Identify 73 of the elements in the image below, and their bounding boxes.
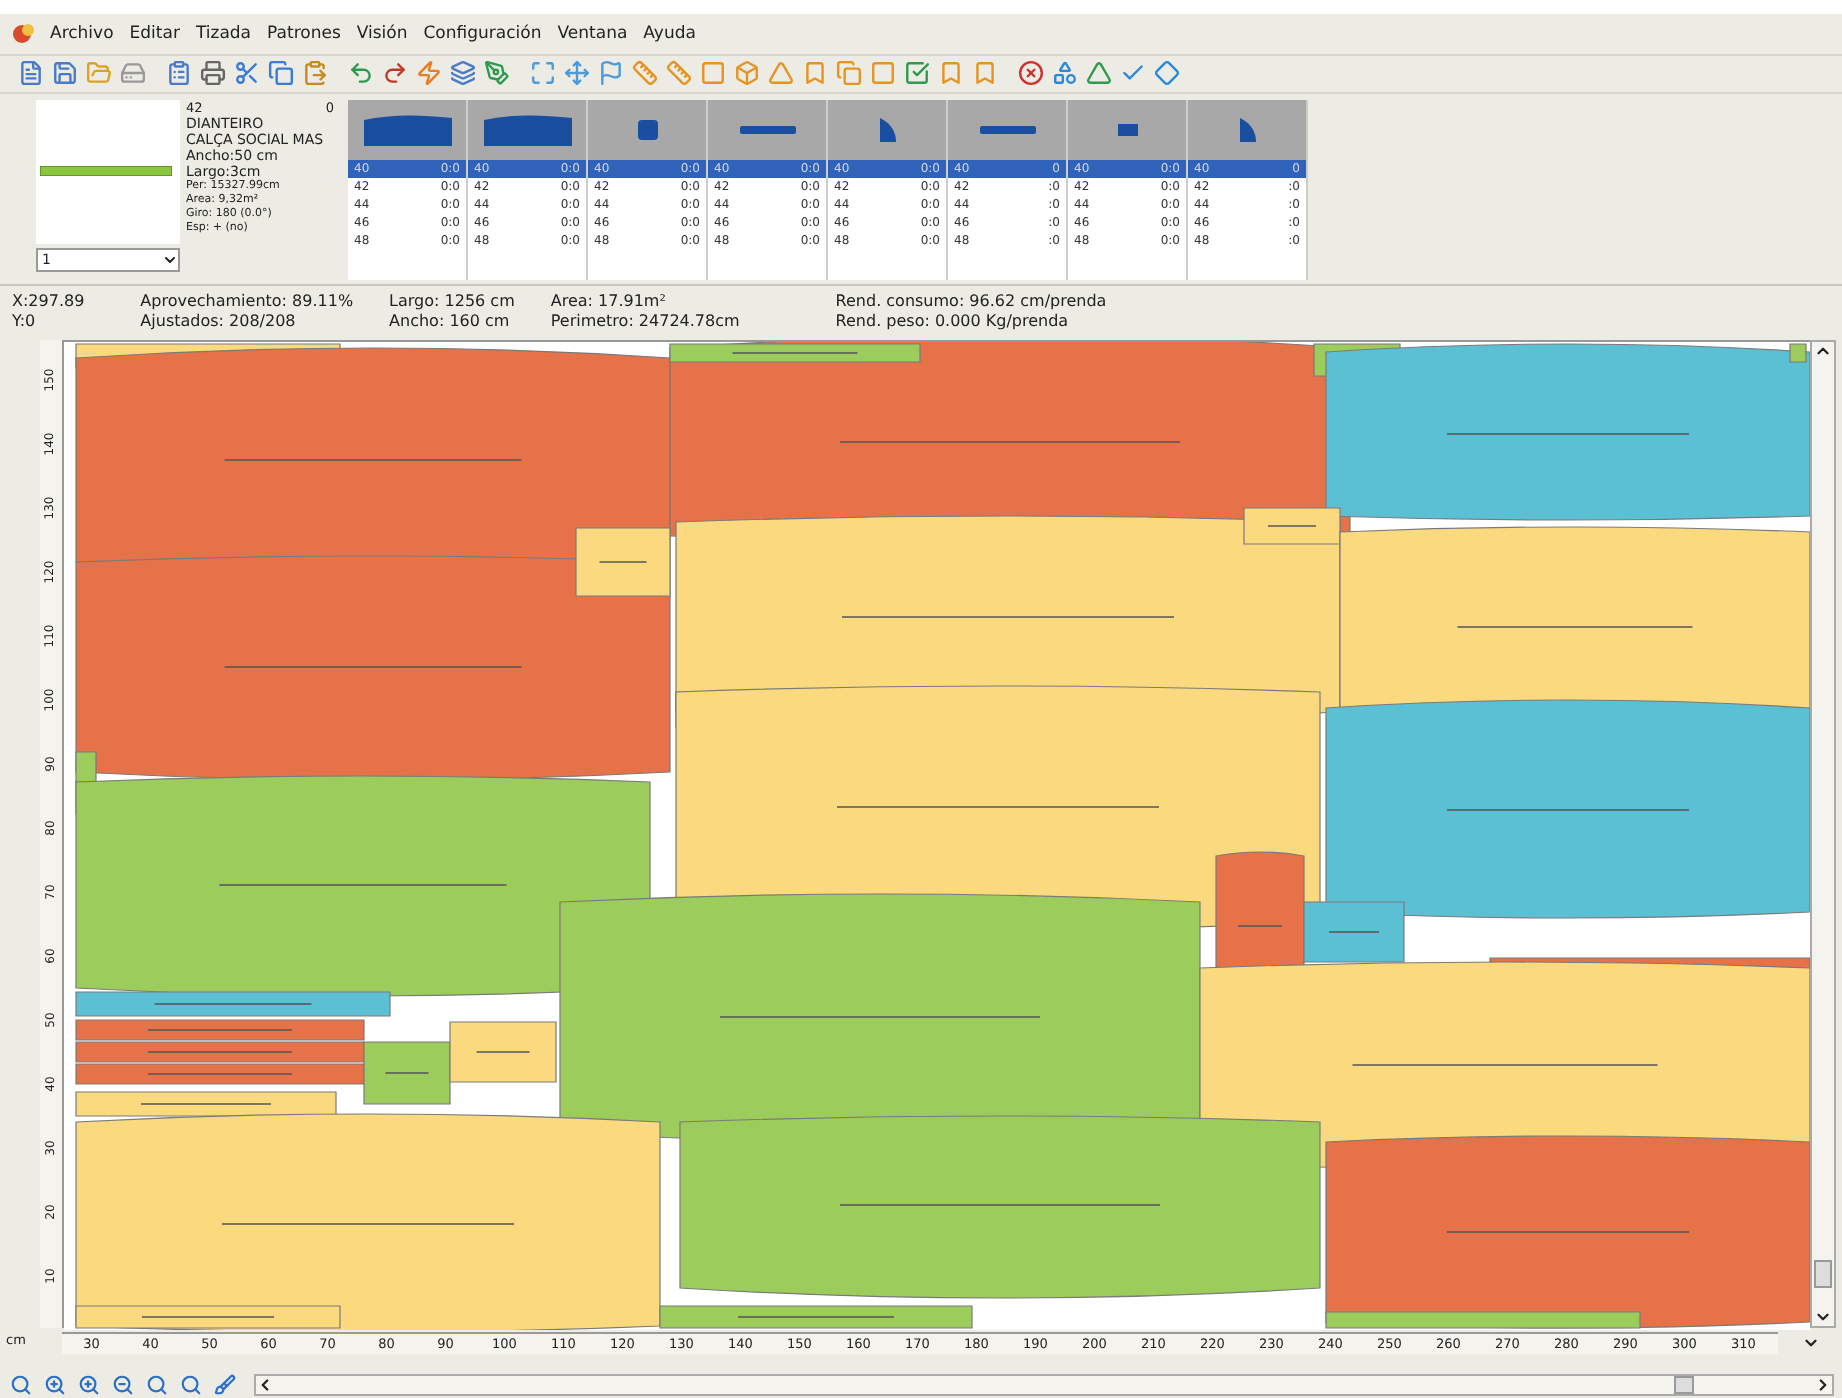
undo-icon[interactable] <box>346 58 376 89</box>
bookmark-icon[interactable] <box>936 58 966 89</box>
scroll-right-icon[interactable] <box>1814 1375 1832 1394</box>
square-icon[interactable] <box>698 58 728 89</box>
zoom-icon[interactable] <box>178 1371 204 1398</box>
piece-thumbnail-icon <box>979 125 1035 134</box>
file-icon[interactable] <box>16 58 46 89</box>
menu-item[interactable]: Visión <box>354 21 410 47</box>
horizontal-scrollbar[interactable] <box>254 1373 1834 1396</box>
square-icon[interactable] <box>868 58 898 89</box>
zoom-icon[interactable] <box>144 1371 170 1398</box>
copy-icon[interactable] <box>834 58 864 89</box>
printer-icon[interactable] <box>198 58 228 89</box>
box-icon[interactable] <box>732 58 762 89</box>
paste-icon[interactable] <box>300 58 330 89</box>
scroll-left-icon[interactable] <box>256 1375 274 1394</box>
menu-item[interactable]: Ayuda <box>641 21 698 47</box>
piece-thumbnail-icon <box>637 119 657 140</box>
menu-item[interactable]: Configuración <box>421 21 544 47</box>
app-logo-icon <box>12 21 36 46</box>
piece-thumbnail-icon <box>479 111 575 148</box>
status-text: Rend. consumo: 96.62 cm/prenda <box>835 291 1107 312</box>
menu-item[interactable]: Archivo <box>48 21 116 47</box>
lightning-icon[interactable] <box>414 58 444 89</box>
menu-item[interactable]: Tizada <box>193 21 254 47</box>
redo-icon[interactable] <box>380 58 410 89</box>
piece-thumbnail-icon <box>1239 117 1255 142</box>
copy-icon[interactable] <box>266 58 296 89</box>
scrollbar-thumb[interactable] <box>1814 1260 1832 1289</box>
disk-icon[interactable] <box>118 58 148 89</box>
status-text: Rend. peso: 0.000 Kg/prenda <box>835 311 1071 332</box>
status-text: Ancho: 160 cm <box>389 311 512 332</box>
triangle-icon[interactable] <box>1084 58 1114 89</box>
menu-item[interactable]: Editar <box>127 21 182 47</box>
ruler-icon[interactable] <box>630 58 660 89</box>
menu-item[interactable]: Ventana <box>555 21 630 47</box>
bookmark-icon[interactable] <box>800 58 830 89</box>
pen-icon[interactable] <box>482 58 512 89</box>
zoom-icon[interactable] <box>8 1371 34 1398</box>
piece-thumbnail-icon <box>739 125 795 134</box>
scrollbar-thumb[interactable] <box>1674 1375 1694 1394</box>
bookmark-icon[interactable] <box>970 58 1000 89</box>
diamond-icon[interactable] <box>1152 58 1182 89</box>
piece-thumbnail-icon <box>40 166 172 177</box>
move-icon[interactable] <box>562 58 592 89</box>
delete-icon[interactable] <box>1016 58 1046 89</box>
triangle-icon[interactable] <box>766 58 796 89</box>
brush-icon[interactable] <box>212 1371 238 1398</box>
scissors-icon[interactable] <box>232 58 262 89</box>
check-icon[interactable] <box>902 58 932 89</box>
zoom-out-icon[interactable] <box>110 1371 136 1398</box>
status-text: X:297.89 <box>12 291 85 312</box>
shapes-icon[interactable] <box>1050 58 1080 89</box>
status-text: Largo: 1256 cm <box>389 291 515 312</box>
frame-icon[interactable] <box>528 58 558 89</box>
status-text: Aprovechamiento: 89.11% <box>140 291 354 312</box>
save-icon[interactable] <box>50 58 80 89</box>
status-text: Perimetro: 24724.78cm <box>550 311 740 332</box>
piece-thumbnail-icon <box>1117 123 1137 136</box>
status-text: Y:0 <box>12 311 38 332</box>
status-text: Ajustados: 208/208 <box>140 311 298 332</box>
flag-icon[interactable] <box>596 58 626 89</box>
vertical-scrollbar[interactable] <box>1810 340 1836 1329</box>
status-text: Area: 17.91m² <box>550 291 668 312</box>
layers-icon[interactable] <box>448 58 478 89</box>
zoom-in-icon[interactable] <box>42 1371 68 1398</box>
zoom-in-icon[interactable] <box>76 1371 102 1398</box>
clipboard-icon[interactable] <box>164 58 194 89</box>
menu-item[interactable]: Patrones <box>265 21 343 47</box>
piece-thumbnail-icon <box>359 111 455 148</box>
ruler-icon[interactable] <box>664 58 694 89</box>
piece-thumbnail-icon <box>879 117 895 142</box>
folder-icon[interactable] <box>84 58 114 89</box>
